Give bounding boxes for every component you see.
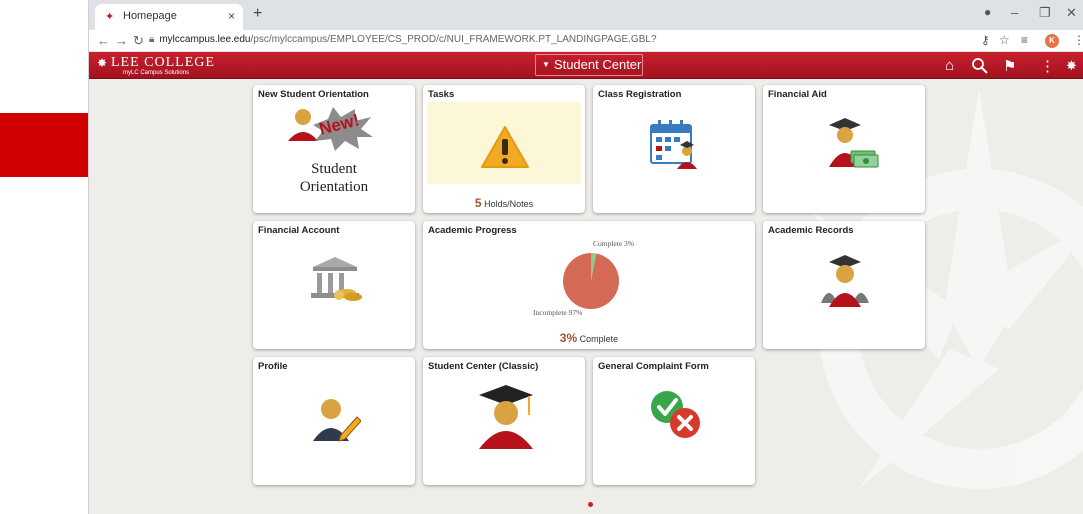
tab-close-icon[interactable]: × [228, 9, 235, 23]
tile-caption: Orientation [299, 179, 369, 195]
tile-financial-account[interactable]: Financial Account [253, 221, 415, 349]
logo-name: LEE COLLEGE [111, 55, 215, 70]
tile-general-complaint-form[interactable]: General Complaint Form [593, 357, 755, 485]
new-tab-button[interactable]: + [253, 5, 262, 23]
tile-student-center-classic[interactable]: Student Center (Classic) [423, 357, 585, 485]
minimize-icon[interactable]: – [1011, 5, 1018, 20]
tile-tasks[interactable]: Tasks 5 Holds/Notes [423, 85, 585, 213]
logo-star-icon: ✸ [97, 56, 108, 70]
caret-down-icon: ▼ [542, 60, 550, 69]
forward-icon[interactable]: → [115, 33, 128, 48]
tile-financial-aid[interactable]: Financial Aid [763, 85, 925, 213]
record-icon[interactable]: ● [984, 5, 991, 19]
maximize-icon[interactable]: ❐ [1039, 5, 1051, 21]
tile-title: Profile [258, 361, 288, 372]
browser-window: ✦ Homepage × + ● – ❐ ✕ ← → ↻ 🔒︎ mylccampu… [88, 0, 1083, 514]
tile-new-student-orientation[interactable]: New Student Orientation New! Student Ori… [253, 85, 415, 213]
graduate-icon [479, 385, 533, 449]
progress-pie-chart [563, 253, 619, 309]
tab-title: Homepage [123, 10, 177, 22]
progress-percent: 3% [559, 331, 578, 345]
star-icon[interactable]: ☆ [999, 33, 1010, 47]
address-bar[interactable]: 🔒︎ mylccampus.lee.edu/psc/mylccampus/EMPL… [149, 34, 657, 45]
key-icon[interactable]: ⚷ [981, 33, 990, 47]
tile-academic-records[interactable]: Academic Records [763, 221, 925, 349]
complete-label: Complete 3% [593, 239, 635, 248]
playlist-icon[interactable]: ≡ [1021, 33, 1028, 47]
compass-icon[interactable]: ✸ [1066, 58, 1077, 74]
logo-subtitle: myLC Campus Solutions [123, 70, 190, 76]
app-header: ✸ LEE COLLEGE myLC Campus Solutions ▼ Stu… [89, 52, 1083, 79]
tile-title: Financial Account [258, 225, 340, 236]
home-icon[interactable]: ⌂ [945, 57, 954, 74]
tile-class-registration[interactable]: Class Registration [593, 85, 755, 213]
navigation-selector-label: Student Center [553, 57, 642, 72]
url-domain: mylccampus.lee.edu [159, 34, 251, 45]
tile-caption: Student [311, 161, 357, 177]
tile-title: Class Registration [598, 89, 682, 100]
search-icon[interactable] [972, 58, 988, 74]
tile-title: Academic Progress [428, 225, 517, 236]
page-indicator-dot[interactable] [588, 502, 593, 507]
address-bar-row: ← → ↻ 🔒︎ mylccampus.lee.edu/psc/mylccampu… [89, 30, 1083, 52]
tile-title: Tasks [428, 89, 455, 100]
graduate-money-icon [829, 118, 879, 168]
person-edit-icon [313, 399, 361, 442]
tile-academic-progress[interactable]: Academic Progress Complete 3% Incomplete… [423, 221, 755, 349]
more-icon[interactable]: ⋮ [1040, 57, 1055, 75]
bank-icon [311, 257, 362, 301]
tab-bar: ✦ Homepage × + ● – ❐ ✕ [89, 0, 1083, 30]
tile-title: Student Center (Classic) [428, 361, 539, 372]
lock-icon: 🔒︎ [149, 34, 155, 45]
calendar-icon [650, 120, 697, 169]
tile-title: General Complaint Form [598, 361, 709, 372]
tile-title: Financial Aid [768, 89, 827, 100]
tile-title: Academic Records [768, 225, 854, 236]
tile-title: New Student Orientation [258, 89, 369, 100]
incomplete-label: Incomplete 97% [533, 308, 583, 317]
graduate-icon [821, 255, 869, 307]
landing-page: New Student Orientation New! Student Ori… [89, 79, 1083, 514]
close-icon[interactable]: ✕ [1066, 5, 1077, 21]
reload-icon[interactable]: ↻ [133, 33, 144, 49]
browser-tab[interactable]: ✦ Homepage × [95, 4, 243, 30]
holds-count: 5 [474, 196, 482, 210]
favicon-icon: ✦ [105, 11, 115, 23]
profile-avatar[interactable]: K [1045, 34, 1059, 48]
flag-icon[interactable]: ⚑ [1003, 57, 1016, 75]
tile-profile[interactable]: Profile [253, 357, 415, 485]
progress-summary: 3% Complete [423, 331, 755, 345]
holds-summary: 5 Holds/Notes [423, 196, 585, 210]
url-path: /psc/mylccampus/EMPLOYEE/CS_PROD/c/NUI_F… [250, 34, 657, 45]
check-x-icon [651, 391, 700, 438]
menu-icon[interactable]: ⋮ [1073, 33, 1083, 47]
warning-icon [481, 126, 529, 168]
holds-label: Holds/Notes [484, 199, 534, 209]
back-icon[interactable]: ← [97, 33, 110, 48]
progress-percent-label: Complete [579, 334, 619, 344]
navigation-selector[interactable]: ▼ Student Center [535, 54, 643, 76]
